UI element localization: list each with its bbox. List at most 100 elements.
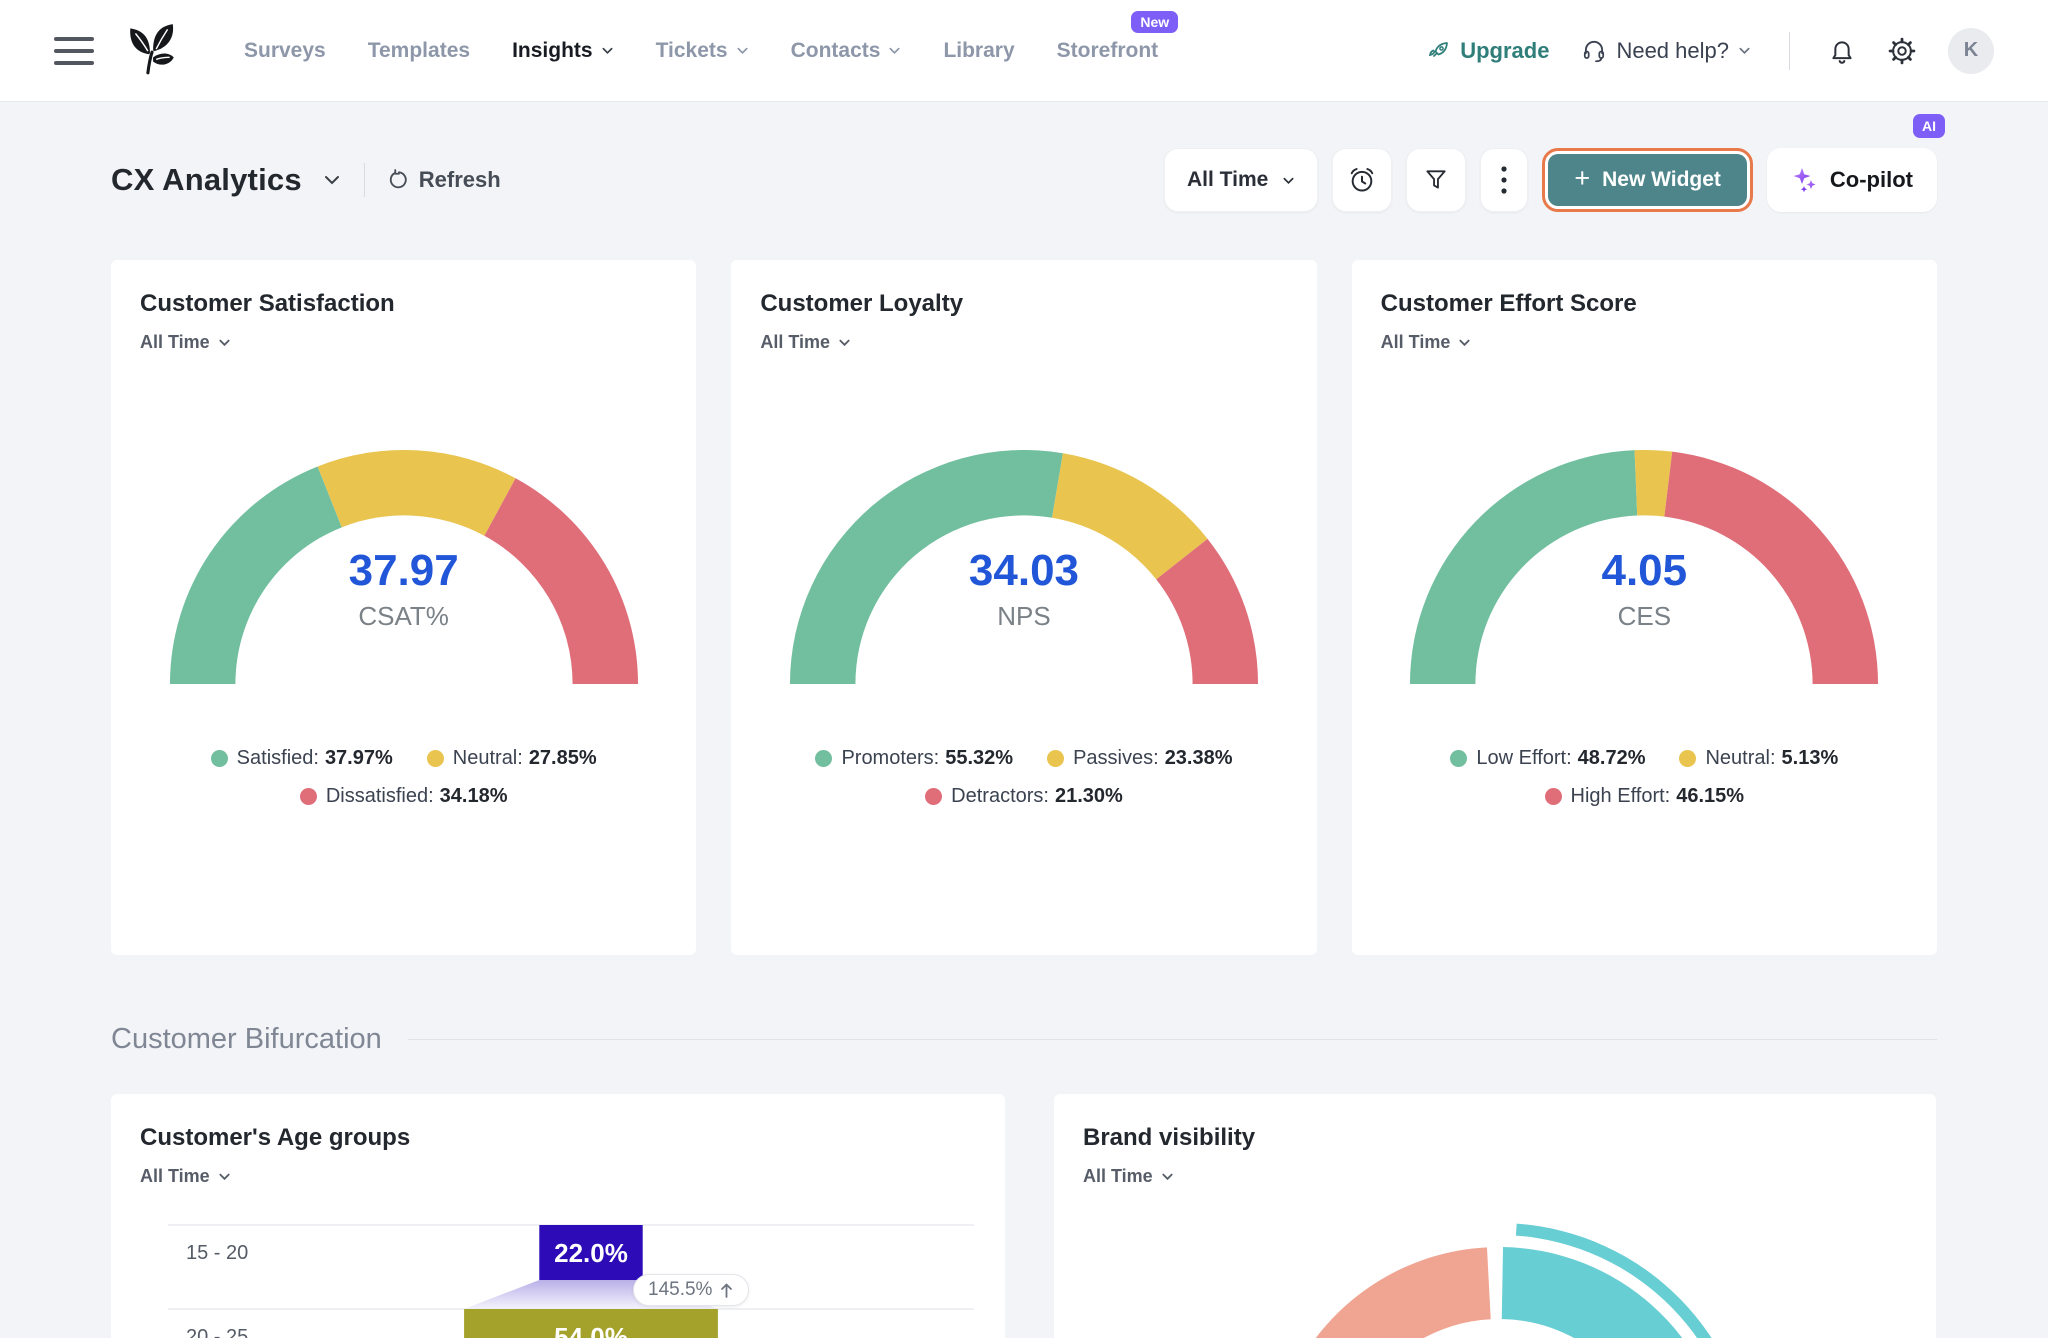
new-widget-button[interactable]: + New Widget: [1548, 154, 1747, 206]
app-logo[interactable]: [122, 19, 180, 82]
legend-item[interactable]: Detractors: 21.30%: [925, 785, 1123, 808]
new-widget-label: New Widget: [1602, 168, 1721, 192]
donut-slice-0[interactable]: [1269, 1247, 1491, 1338]
widget-time-filter-value: All Time: [140, 332, 210, 353]
nav-label: Library: [943, 39, 1014, 63]
legend-item[interactable]: Passives:23.38%: [1047, 747, 1232, 770]
funnel-bar-value: 54.0%: [554, 1322, 628, 1338]
chevron-down-icon: [888, 44, 901, 57]
time-filter-dropdown[interactable]: All Time: [1164, 148, 1318, 212]
widget-time-filter[interactable]: All Time: [140, 332, 231, 353]
nav-item-templates[interactable]: Templates: [368, 39, 470, 63]
upgrade-button[interactable]: Upgrade: [1427, 38, 1549, 64]
legend-label: Satisfied:: [237, 747, 319, 770]
legend-label: Detractors:: [951, 785, 1049, 808]
widget-customer-satisfaction: Customer Satisfaction All Time 37.97 CSA…: [111, 260, 696, 955]
schedule-button[interactable]: [1332, 148, 1392, 212]
nav-item-surveys[interactable]: Surveys: [244, 39, 326, 63]
gauge-legend: Promoters:55.32% Passives:23.38% Detractor…: [731, 747, 1316, 808]
filter-button[interactable]: [1406, 148, 1466, 212]
settings-button[interactable]: [1888, 37, 1916, 65]
change-value: 145.5%: [648, 1279, 712, 1301]
funnel-chart: 15 - 2022.0%20 - 2554.0%: [111, 1094, 1005, 1338]
sparkle-icon: [1791, 166, 1819, 194]
legend-item[interactable]: Dissatisfied:34.18%: [300, 785, 508, 808]
need-help-button[interactable]: Need help?: [1581, 38, 1751, 64]
nav-item-storefront[interactable]: Storefront New: [1057, 39, 1159, 63]
nav-item-tickets[interactable]: Tickets: [656, 39, 749, 63]
legend-dot: [815, 750, 832, 767]
legend-item[interactable]: Neutral:27.85%: [427, 747, 597, 770]
gear-icon: [1888, 37, 1916, 65]
dashboard-page: CX Analytics Refresh All Time: [0, 148, 2048, 1338]
top-nav: Surveys Templates Insights Tickets Conta…: [0, 0, 2048, 102]
legend-value: 21.30%: [1055, 785, 1123, 808]
widget-title: Customer Satisfaction: [140, 290, 672, 318]
gauge-legend: Low Effort:48.72% Neutral:5.13% High Effor…: [1352, 747, 1937, 808]
headset-icon: [1581, 38, 1607, 64]
rocket-icon: [1427, 39, 1451, 63]
section-title: Customer Bifurcation: [111, 1023, 382, 1056]
refresh-button[interactable]: Refresh: [387, 167, 501, 193]
need-help-label: Need help?: [1616, 38, 1729, 64]
nav-label: Tickets: [656, 39, 728, 63]
alarm-clock-icon: [1348, 166, 1376, 194]
legend-dot: [211, 750, 228, 767]
new-widget-highlight-ring: + New Widget: [1542, 148, 1753, 212]
widget-time-filter[interactable]: All Time: [1381, 332, 1472, 353]
nav-item-library[interactable]: Library: [943, 39, 1014, 63]
bifurcation-card-grid: Customer's Age groups All Time 15 - 2022…: [111, 1094, 1937, 1338]
legend-item[interactable]: Promoters:55.32%: [815, 747, 1013, 770]
nav-item-contacts[interactable]: Contacts: [791, 39, 902, 63]
widget-customer-effort-score: Customer Effort Score All Time 4.05 CES …: [1352, 260, 1937, 955]
legend-label: Promoters:: [841, 747, 939, 770]
widget-time-filter[interactable]: All Time: [760, 332, 851, 353]
gauge-legend: Satisfied:37.97% Neutral:27.85% Dissatisfi…: [111, 747, 696, 808]
donut-chart: [1054, 1094, 1936, 1338]
legend-label: High Effort:: [1571, 785, 1671, 808]
nav-item-insights[interactable]: Insights: [512, 39, 614, 63]
notifications-button[interactable]: [1828, 37, 1856, 65]
gauge-card-grid: Customer Satisfaction All Time 37.97 CSA…: [111, 260, 1937, 955]
more-options-button[interactable]: [1480, 148, 1528, 212]
legend-dot: [925, 788, 942, 805]
avatar[interactable]: K: [1948, 28, 1994, 74]
hamburger-menu-icon[interactable]: [54, 37, 94, 65]
legend-label: Neutral:: [453, 747, 523, 770]
legend-value: 48.72%: [1578, 747, 1646, 770]
bell-icon: [1828, 37, 1856, 65]
legend-value: 23.38%: [1165, 747, 1233, 770]
funnel-row-label: 15 - 20: [186, 1242, 248, 1264]
legend-dot: [1545, 788, 1562, 805]
gauge-chart: 37.97 CSAT%: [166, 441, 642, 689]
chevron-down-icon: [1738, 44, 1751, 57]
upgrade-label: Upgrade: [1460, 38, 1549, 64]
refresh-label: Refresh: [419, 167, 501, 193]
legend-item[interactable]: High Effort:46.15%: [1545, 785, 1745, 808]
gauge-chart: 34.03 NPS: [786, 441, 1262, 689]
section-customer-bifurcation: Customer Bifurcation: [111, 1023, 1937, 1056]
chevron-down-icon: [1458, 336, 1471, 349]
dashboard-switcher-chevron[interactable]: [322, 170, 342, 190]
legend-item[interactable]: Low Effort:48.72%: [1450, 747, 1645, 770]
page-title: CX Analytics: [111, 162, 302, 198]
avatar-initial: K: [1964, 39, 1978, 62]
legend-item[interactable]: Neutral:5.13%: [1679, 747, 1838, 770]
gauge-metric-label: CSAT%: [166, 601, 642, 632]
dashboard-toolbar: All Time: [1164, 148, 1937, 212]
copilot-label: Co-pilot: [1830, 167, 1913, 193]
nav-label: Insights: [512, 39, 593, 63]
chevron-down-icon: [1282, 174, 1295, 187]
legend-item[interactable]: Satisfied:37.97%: [211, 747, 393, 770]
funnel-row-label: 20 - 25: [186, 1326, 248, 1338]
copilot-button[interactable]: Co-pilot: [1767, 148, 1937, 212]
chevron-down-icon: [322, 170, 342, 190]
header-divider: [364, 163, 365, 197]
gauge-value: 37.97: [166, 546, 642, 596]
refresh-icon: [387, 169, 409, 191]
chevron-down-icon: [218, 336, 231, 349]
legend-dot: [1679, 750, 1696, 767]
kebab-menu-icon: [1500, 165, 1508, 195]
nav-right-group: Upgrade Need help?: [1427, 28, 1994, 74]
legend-dot: [300, 788, 317, 805]
